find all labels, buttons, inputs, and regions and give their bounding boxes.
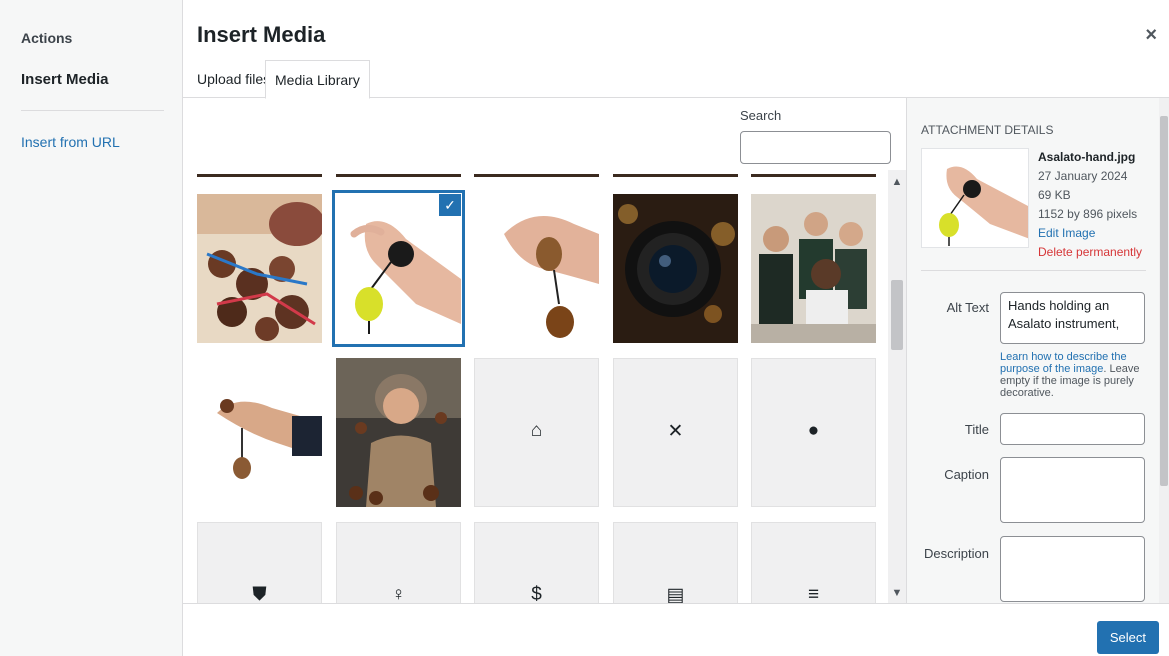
attachment-details-heading: ATTACHMENT DETAILS bbox=[921, 123, 1054, 137]
attachment-thumbnail-image bbox=[922, 149, 1028, 247]
dollar-icon: $ bbox=[531, 584, 542, 603]
alt-text-help: Learn how to describe the purpose of the… bbox=[1000, 351, 1148, 399]
caption-label: Caption bbox=[944, 467, 989, 482]
search-input[interactable] bbox=[740, 131, 891, 164]
asalato-hand-image bbox=[336, 194, 461, 343]
camera-lens-image bbox=[613, 194, 738, 343]
previous-row-edge bbox=[751, 174, 876, 177]
media-item-woman-asalato[interactable] bbox=[336, 358, 461, 507]
media-grid: ✓ ⌂ ✕ ● ⛊ ♀ $ ▤ ≡ bbox=[183, 170, 886, 603]
woman-asalato-image bbox=[336, 358, 461, 507]
team-laptop-image bbox=[751, 194, 876, 343]
media-item-alert-icon[interactable]: ● bbox=[751, 358, 876, 507]
grid-scrollbar[interactable]: ▲ ▼ bbox=[888, 170, 906, 603]
description-field[interactable] bbox=[1000, 536, 1145, 602]
sidebar-item-insert-from-url[interactable]: Insert from URL bbox=[21, 134, 120, 150]
edit-image-link[interactable]: Edit Image bbox=[1038, 224, 1142, 243]
attachment-thumbnail bbox=[921, 148, 1029, 248]
media-item-asalato-brown-hand[interactable] bbox=[474, 194, 599, 343]
grid-scroll-thumb[interactable] bbox=[891, 280, 903, 350]
attachment-info: Asalato-hand.jpg 27 January 2024 69 KB 1… bbox=[1038, 148, 1142, 262]
alert-icon: ● bbox=[807, 420, 820, 441]
attachment-dimensions: 1152 by 896 pixels bbox=[1038, 207, 1138, 221]
calendar-icon: ▤ bbox=[666, 585, 685, 603]
search-label: Search bbox=[740, 108, 782, 123]
media-modal-sidebar: Actions Insert Media Insert from URL bbox=[0, 0, 183, 656]
home-icon: ⌂ bbox=[530, 420, 543, 441]
selected-check-icon[interactable]: ✓ bbox=[439, 194, 461, 216]
user-icon: ♀ bbox=[391, 584, 406, 603]
media-tabs: Upload files Media Library bbox=[183, 60, 1169, 99]
scroll-up-icon[interactable]: ▲ bbox=[888, 176, 906, 188]
media-item-user-icon[interactable]: ♀ bbox=[336, 522, 461, 603]
delete-permanently-link[interactable]: Delete permanently bbox=[1038, 243, 1142, 262]
sidebar-heading: Actions bbox=[21, 30, 73, 46]
tab-media-library[interactable]: Media Library bbox=[265, 60, 370, 99]
media-item-dollar-icon[interactable]: $ bbox=[474, 522, 599, 603]
media-item-asalato-hand[interactable]: ✓ bbox=[336, 194, 461, 343]
media-item-menu-icon[interactable]: ≡ bbox=[751, 522, 876, 603]
sidebar-separator bbox=[21, 110, 164, 111]
details-scroll-thumb[interactable] bbox=[1160, 116, 1168, 486]
media-item-team-laptop[interactable] bbox=[751, 194, 876, 343]
sidebar-item-insert-media[interactable]: Insert Media bbox=[21, 71, 109, 88]
attachment-filename: Asalato-hand.jpg bbox=[1038, 150, 1136, 164]
close-icon[interactable]: × bbox=[1145, 24, 1157, 47]
select-button[interactable]: Select bbox=[1096, 621, 1159, 654]
details-scrollbar[interactable] bbox=[1159, 98, 1169, 603]
previous-row-edge bbox=[474, 174, 599, 177]
description-label: Description bbox=[923, 546, 989, 561]
close-icon: ✕ bbox=[667, 421, 684, 442]
title-label: Title bbox=[964, 422, 989, 437]
media-item-calendar-icon[interactable]: ▤ bbox=[613, 522, 738, 603]
details-separator bbox=[921, 270, 1146, 271]
asalato-dangling-image bbox=[197, 358, 322, 507]
shield-icon: ⛊ bbox=[252, 584, 267, 603]
alt-text-value: Hands holding an Asalato instrument, bbox=[1008, 298, 1120, 331]
media-item-close-icon[interactable]: ✕ bbox=[613, 358, 738, 507]
attachment-size: 69 KB bbox=[1038, 188, 1071, 202]
modal-title: Insert Media bbox=[197, 22, 326, 47]
media-item-asalato-dangling[interactable] bbox=[197, 358, 322, 507]
caption-field[interactable] bbox=[1000, 457, 1145, 523]
alt-text-label: Alt Text bbox=[946, 300, 989, 315]
modal-footer: Select bbox=[183, 603, 1169, 656]
alt-text-field[interactable]: Hands holding an Asalato instrument, bbox=[1000, 292, 1145, 344]
attachment-date: 27 January 2024 bbox=[1038, 169, 1128, 183]
asalato-brown-hand-image bbox=[474, 194, 599, 343]
title-field[interactable] bbox=[1000, 413, 1145, 445]
attachment-details-panel: ATTACHMENT DETAILS Asalato-hand.jpg 27 J… bbox=[906, 98, 1169, 603]
media-item-home-icon[interactable]: ⌂ bbox=[474, 358, 599, 507]
previous-row-edge bbox=[197, 174, 322, 177]
previous-row-edge bbox=[613, 174, 738, 177]
beach-asalato-image bbox=[197, 194, 322, 343]
scroll-down-icon[interactable]: ▼ bbox=[888, 587, 906, 599]
menu-icon: ≡ bbox=[807, 584, 820, 603]
media-item-shield-icon[interactable]: ⛊ bbox=[197, 522, 322, 603]
media-item-beach-asalato[interactable] bbox=[197, 194, 322, 343]
previous-row-edge bbox=[336, 174, 461, 177]
media-item-camera-lens[interactable] bbox=[613, 194, 738, 343]
